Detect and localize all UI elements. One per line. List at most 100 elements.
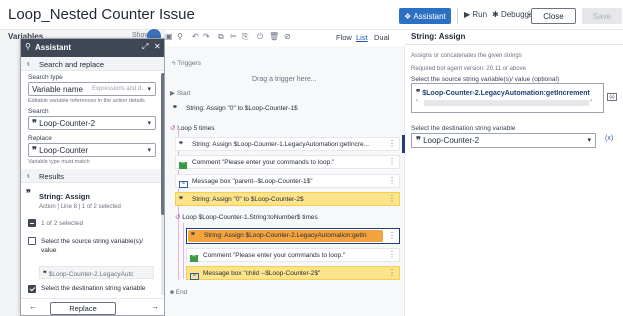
destination-variable-checkbox[interactable] — [28, 285, 36, 293]
search-type-value: Variable name — [32, 85, 83, 94]
destination-field-label: Select the destination string variable — [411, 125, 516, 132]
action-step-highlighted[interactable]: ❞ String: Assign "0" to $Loop-Counter-2$… — [175, 192, 400, 206]
end-node: ■ End — [170, 289, 187, 296]
chevron-down-icon: ▾ — [147, 147, 151, 154]
loop-step[interactable]: ↺ Loop 5 times — [170, 124, 214, 132]
source-value: $Loop-Counter-2.LegacyAutomation:getIncr… — [422, 90, 590, 97]
horizontal-scrollbar[interactable] — [424, 100, 589, 106]
chevron-left-icon: ‹ — [27, 59, 30, 68]
more-options-icon[interactable]: ⋮ — [388, 231, 396, 240]
run-button[interactable]: ▶ Run — [464, 10, 487, 19]
more-options-icon[interactable]: ⋮ — [388, 139, 396, 148]
sparkle-icon: ❖ — [404, 11, 412, 21]
triggers-text: Triggers — [177, 60, 201, 67]
more-options-icon[interactable]: ⋮ — [388, 194, 396, 203]
string-variable-icon: ❞ — [32, 119, 37, 129]
copy-icon[interactable]: ⧉ — [218, 32, 224, 42]
string-action-icon: ❞ — [179, 140, 184, 149]
scroll-left-icon[interactable]: ‹ — [416, 98, 418, 104]
more-options-icon[interactable]: ⋮ — [388, 176, 396, 185]
triggers-label[interactable]: ϟ Triggers — [172, 60, 201, 67]
replace-hint: Variable type must match — [28, 159, 90, 165]
comment-icon: "" — [179, 159, 187, 169]
select-all-checkbox[interactable] — [28, 219, 36, 227]
scroll-right-icon[interactable]: › — [590, 98, 592, 104]
destination-variable-select[interactable]: ❞ Loop-Counter-2 ▾ — [411, 133, 596, 148]
close-button[interactable]: Close — [531, 8, 576, 24]
action-description: Assigns or concatenates the given string… — [411, 53, 522, 59]
chevron-down-icon: ▾ — [147, 86, 151, 93]
comment-step[interactable]: "" Comment "Please enter your commands t… — [175, 155, 400, 169]
top-bar: Loop_Nested Counter Issue ❖ Assistant ▶ … — [0, 0, 623, 30]
action-step-selected[interactable]: ❞ String: Assign $Loop-Counter-2.LegacyA… — [188, 230, 383, 242]
step-label: String: Assign "0" to $Loop-Counter-2$ — [192, 196, 304, 203]
message-box-step[interactable]: = Message box "parent--$Loop-Counter-1$"… — [175, 174, 400, 188]
tab-flow[interactable]: Flow — [336, 33, 352, 42]
assistant-toggle-button[interactable]: ❖ Assistant — [399, 8, 451, 24]
action-step[interactable]: ❞ String: Assign "0" to $Loop-Counter-1$ — [170, 102, 402, 116]
step-label: String: Assign $Loop-Counter-2.LegacyAut… — [204, 232, 367, 239]
trigger-drop-zone[interactable]: Drag a trigger here... — [252, 76, 317, 83]
search-icon[interactable]: ⚲ — [177, 32, 183, 41]
selected-step-frame[interactable]: ❞ String: Assign $Loop-Counter-2.LegacyA… — [186, 228, 400, 244]
assistant-panel: ⚲ Assistant ⤢ ✕ ‹ Search and replace Sea… — [20, 38, 165, 316]
start-node: ▶ Start — [170, 89, 191, 97]
step-label: Comment "Please enter your commands to l… — [192, 159, 335, 166]
result-action-title[interactable]: String: Assign — [39, 192, 90, 201]
loop-label: Loop $Loop-Counter-1.String:toNumber$ ti… — [182, 214, 318, 221]
collapse-icon[interactable]: ▣ — [165, 32, 173, 41]
source-variable-checkbox[interactable] — [28, 237, 36, 245]
source-value-box: ❞ $Loop-Counter-2.LegacyAutc — [39, 266, 154, 279]
properties-panel — [405, 30, 623, 316]
next-result-icon[interactable]: → — [151, 302, 159, 311]
insert-expression-icon[interactable]: {x} — [607, 93, 617, 101]
string-variable-icon: ❞ — [43, 269, 47, 278]
insert-variable-icon[interactable]: (x) — [605, 135, 613, 142]
nested-loop-step[interactable]: ↺ Loop $Loop-Counter-1.String:toNumber$ … — [175, 213, 318, 221]
comment-step[interactable]: "" Comment "Please enter your commands t… — [186, 248, 400, 262]
search-label: Search — [28, 108, 49, 115]
source-option-label: Select the source string variable(s)/ va… — [41, 237, 151, 255]
cut-icon[interactable]: ✂ — [230, 32, 237, 41]
search-replace-back[interactable]: ‹ Search and replace — [21, 57, 164, 71]
start-text: Start — [176, 90, 191, 97]
selected-count: 1 of 2 selected — [41, 220, 84, 227]
undo-icon[interactable]: ↶ — [192, 32, 199, 41]
source-value-input[interactable]: ❞ $Loop-Counter-2.LegacyAutomation:getIn… — [411, 83, 604, 113]
message-box-step-highlighted[interactable]: = Message box "child --$Loop-Counter-2$"… — [186, 266, 400, 280]
disable-icon[interactable]: ⊘ — [284, 32, 291, 41]
string-action-icon: ❞ — [191, 231, 196, 240]
tab-dual[interactable]: Dual — [374, 33, 389, 42]
step-label: Comment "Please enter your commands to l… — [203, 252, 346, 259]
search-type-select[interactable]: Variable name Expressions and d... ▾ — [28, 82, 156, 96]
replace-input[interactable]: ❞ Loop-Counter ▾ — [28, 143, 156, 157]
close-icon[interactable]: ✕ — [154, 42, 161, 51]
assistant-button-label: Assistant — [413, 11, 446, 21]
string-variable-icon: ❞ — [416, 87, 421, 97]
assistant-header: ⚲ Assistant ⤢ ✕ — [21, 39, 164, 57]
paste-icon[interactable]: ⎘ — [242, 32, 248, 42]
tab-list[interactable]: List — [356, 33, 368, 42]
action-step[interactable]: ❞ String: Assign $Loop-Counter-1.LegacyA… — [175, 137, 400, 151]
save-button[interactable]: Save — [582, 8, 622, 24]
replace-button[interactable]: Replace — [50, 302, 116, 315]
chevron-down-icon: ▾ — [587, 137, 591, 144]
search-input[interactable]: ❞ Loop-Counter-2 ▾ — [28, 116, 156, 130]
end-text: End — [175, 289, 188, 296]
chevron-left-icon: ‹ — [27, 171, 30, 180]
more-options-icon[interactable]: ⋮ — [388, 157, 396, 166]
message-box-icon: = — [190, 270, 199, 280]
version-note: Required bot agent version: 20.11 or abo… — [411, 66, 526, 72]
search-type-label: Search type — [28, 74, 63, 81]
replace-value: Loop-Counter — [39, 146, 88, 155]
redo-icon[interactable]: ↷ — [203, 32, 210, 41]
enable-icon[interactable]: ⏻ — [257, 32, 263, 42]
editor-toolbar: ▣ ⚲ ↶ ↷ ⧉ ✂ ⎘ ⏻ 🗑 ⊘ Flow List Dual — [165, 30, 400, 46]
more-options-icon[interactable]: ⋮ — [388, 268, 396, 277]
more-options-icon[interactable]: ⋮ — [388, 250, 396, 259]
expand-icon[interactable]: ⤢ — [142, 42, 148, 52]
destination-value: Loop-Counter-2 — [423, 136, 480, 145]
previous-result-icon[interactable]: ← — [29, 302, 37, 311]
delete-icon[interactable]: 🗑 — [269, 32, 279, 41]
results-back[interactable]: ‹ Results — [21, 169, 164, 183]
